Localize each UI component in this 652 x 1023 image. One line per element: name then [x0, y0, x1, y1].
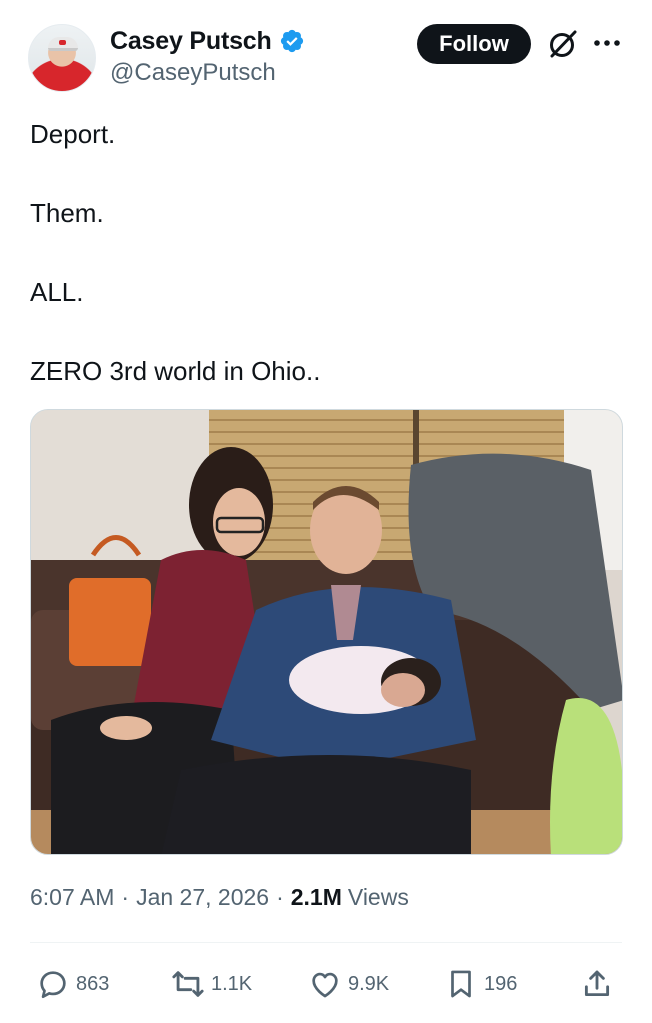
- display-name-row: Casey Putsch: [110, 24, 305, 58]
- like-button[interactable]: 9.9K: [308, 967, 389, 1001]
- reply-icon: [40, 971, 66, 999]
- tweet-header: Casey Putsch @CaseyPutsch Follow: [0, 0, 652, 110]
- tweet-line: Them.: [30, 198, 104, 228]
- author-names[interactable]: Casey Putsch @CaseyPutsch: [110, 24, 305, 87]
- repost-button[interactable]: 1.1K: [171, 967, 252, 1001]
- meta-separator: ·: [121, 884, 130, 910]
- tweet-meta: 6:07 AM · Jan 27, 2026 · 2.1M Views: [30, 884, 409, 911]
- share-button[interactable]: [580, 967, 614, 1001]
- avatar-cap-shape: [48, 37, 78, 51]
- bookmark-icon: [451, 970, 471, 998]
- action-bar: 863 1.1K 9.9K 196: [0, 960, 652, 1014]
- tweet-line: Deport.: [30, 119, 116, 149]
- tweet-photo[interactable]: [30, 409, 623, 855]
- share-icon: [584, 970, 610, 997]
- more-icon[interactable]: [592, 30, 622, 56]
- tweet-time[interactable]: 6:07 AM: [30, 884, 114, 911]
- views-count[interactable]: 2.1M: [291, 884, 342, 911]
- reply-count: 863: [76, 972, 110, 995]
- views-label[interactable]: Views: [348, 884, 409, 911]
- repost-icon: [172, 971, 204, 997]
- divider: [30, 942, 622, 943]
- follow-button[interactable]: Follow: [417, 24, 531, 64]
- tweet-line: ZERO 3rd world in Ohio..: [30, 356, 321, 386]
- meta-separator: ·: [276, 884, 284, 910]
- verified-badge-icon: [280, 29, 303, 53]
- reply-button[interactable]: 863: [36, 967, 109, 1001]
- tweet-line: ALL.: [30, 277, 84, 307]
- author-avatar[interactable]: [28, 24, 96, 92]
- author-handle[interactable]: @CaseyPutsch: [110, 59, 305, 87]
- repost-count: 1.1K: [211, 972, 253, 995]
- author-display-name[interactable]: Casey Putsch: [110, 27, 272, 56]
- like-icon: [312, 972, 338, 998]
- like-count: 9.9K: [348, 972, 390, 995]
- photo-illustration: [31, 410, 622, 854]
- bookmark-button[interactable]: 196: [444, 967, 517, 1001]
- bookmark-count: 196: [484, 972, 518, 995]
- grok-icon[interactable]: [546, 27, 580, 61]
- tweet-date[interactable]: Jan 27, 2026: [136, 884, 269, 911]
